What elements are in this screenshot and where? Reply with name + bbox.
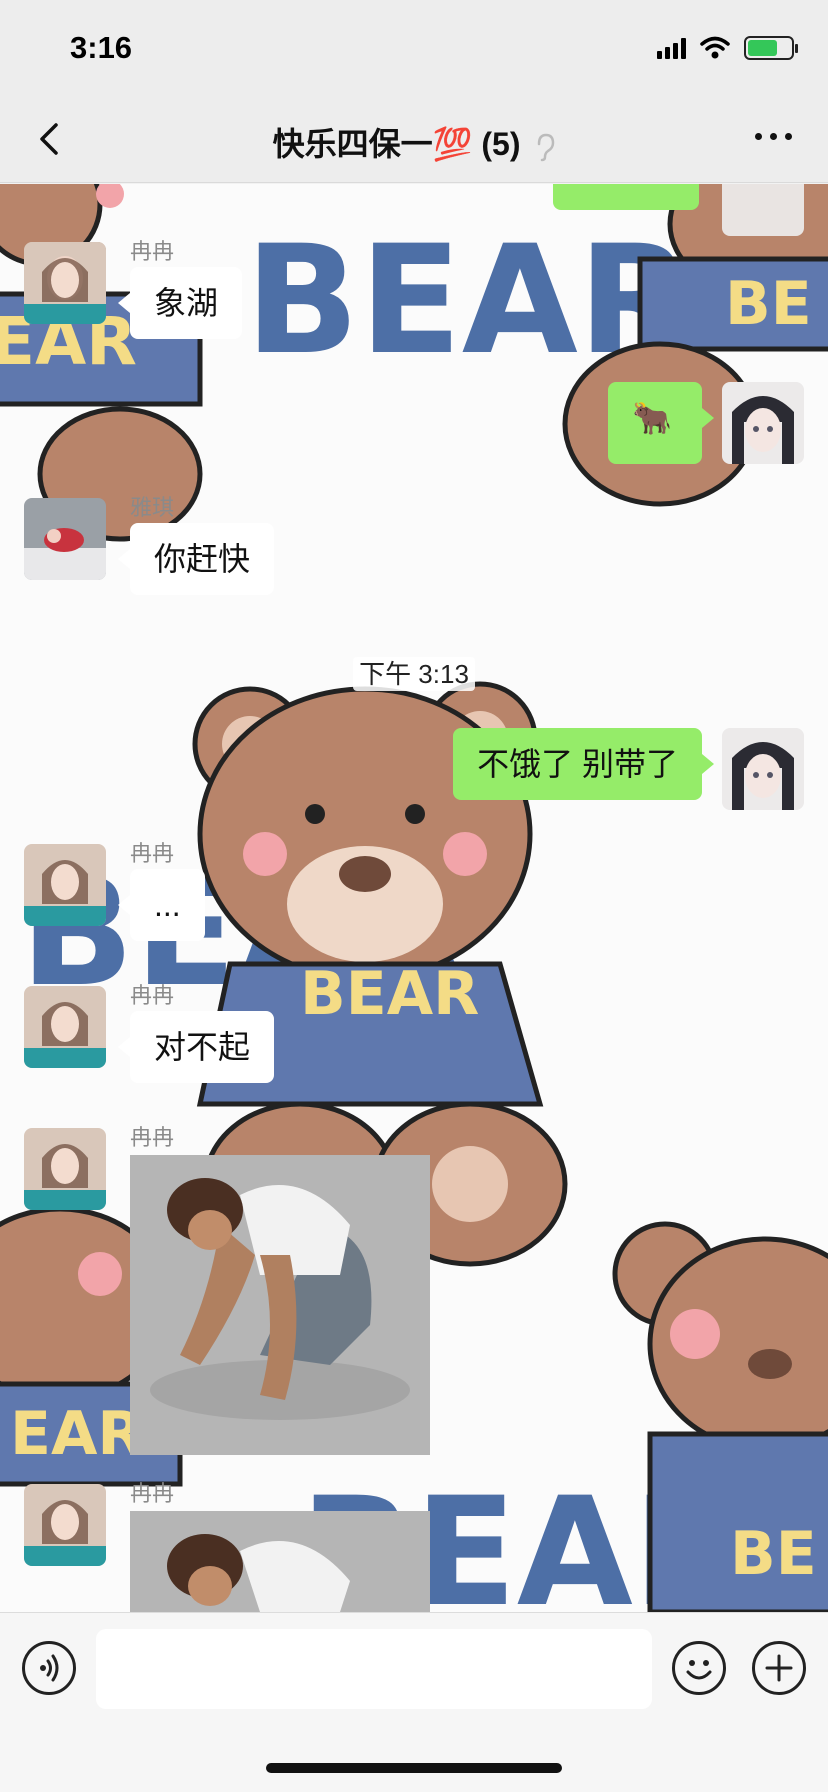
avatar[interactable] [722, 184, 804, 236]
timestamp: 下午 3:13 [0, 654, 828, 691]
sender-name: 冉冉 [130, 1481, 175, 1506]
voice-icon [40, 1654, 59, 1682]
cellular-signal-icon [657, 37, 686, 59]
svg-text:EAR: EAR [10, 1399, 144, 1469]
status-bar: 3:16 [0, 0, 828, 95]
sender-name: 雅琪 [130, 495, 175, 520]
chat-area[interactable]: BEAR BEAR BEAR BEAR [0, 184, 828, 1612]
plus-icon [765, 1654, 793, 1682]
sender-name: 冉冉 [130, 1125, 175, 1150]
avatar[interactable] [24, 1484, 106, 1566]
wallpaper-text: BEAR [300, 959, 479, 1029]
smiley-icon [686, 1660, 712, 1680]
avatar[interactable] [24, 242, 106, 324]
message-bubble[interactable]: 不饿了 别带了 [453, 728, 714, 800]
avatar[interactable] [722, 382, 804, 464]
avatar[interactable] [24, 1128, 106, 1210]
battery-icon [744, 36, 798, 60]
nav-bar: 快乐四保一💯 (5) [0, 95, 828, 183]
avatar[interactable] [722, 728, 804, 810]
kneeling-man-sticker[interactable] [130, 1155, 430, 1455]
avatar[interactable] [24, 844, 106, 926]
message-bubble[interactable]: 对不起 [117, 1011, 275, 1083]
avatar[interactable] [24, 498, 106, 580]
emoji-button[interactable] [672, 1641, 726, 1695]
message-bubble[interactable]: 象湖 [117, 267, 243, 339]
status-icons [657, 36, 798, 60]
voice-button[interactable] [22, 1641, 76, 1695]
avatar[interactable] [24, 986, 106, 1068]
sender-name: 冉冉 [130, 239, 175, 264]
sender-name: 冉冉 [130, 841, 175, 866]
partial-bubble [553, 184, 699, 210]
message-bubble[interactable]: 你赶快 [117, 523, 275, 595]
message-bubble[interactable]: 🐂 [608, 382, 714, 464]
svg-text:BE: BE [730, 1519, 817, 1589]
more-dots-icon[interactable] [755, 133, 792, 140]
sender-name: 冉冉 [130, 983, 175, 1008]
svg-text:BE: BE [725, 269, 812, 339]
chat-title-text: 快乐四保一💯 (5) [272, 126, 521, 162]
plus-button[interactable] [752, 1641, 806, 1695]
wifi-icon [700, 36, 730, 59]
ear-icon [538, 133, 555, 161]
message-bubble[interactable]: ... [118, 869, 205, 941]
timestamp-text: 下午 3:13 [353, 657, 475, 691]
chat-title: 快乐四保一💯 (5) [0, 119, 828, 165]
message-input[interactable] [96, 1629, 652, 1709]
kneeling-man-sticker[interactable] [130, 1511, 430, 1612]
home-indicator[interactable] [266, 1763, 562, 1773]
status-time: 3:16 [70, 30, 133, 65]
